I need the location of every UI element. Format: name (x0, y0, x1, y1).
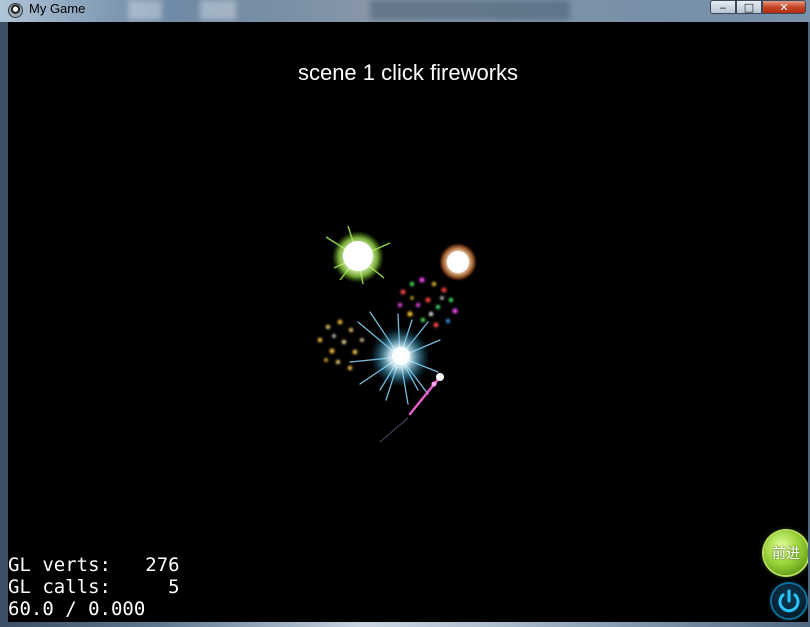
forward-button[interactable]: 前进 (764, 531, 808, 575)
cyan-firework (349, 311, 441, 405)
orange-firework (439, 243, 477, 281)
gl-calls-label: GL calls: (8, 576, 111, 598)
stats-panel: GL verts: 276 GL calls: 5 60.0 / 0.000 (8, 554, 180, 620)
maximize-button[interactable]: □ (736, 0, 762, 14)
gl-verts-value: 276 (145, 554, 180, 576)
minimize-button[interactable]: ‒ (710, 0, 736, 14)
power-icon (778, 589, 800, 613)
close-button[interactable]: ✕ (762, 0, 806, 14)
fps-readout: 60.0 / 0.000 (8, 598, 146, 620)
gold-firework (317, 319, 364, 371)
multicolor-firework (398, 277, 458, 328)
game-canvas[interactable]: scene 1 click fireworks GL verts: 276 GL… (8, 22, 808, 622)
title-bar[interactable]: My Game ‒ □ ✕ (0, 0, 810, 22)
gl-verts-label: GL verts: (8, 554, 111, 576)
gl-calls-value: 5 (168, 576, 180, 598)
window-title: My Game (29, 1, 86, 16)
power-button[interactable] (772, 584, 806, 618)
game-window: My Game ‒ □ ✕ scene 1 click fireworks GL… (0, 0, 810, 627)
background-blur (128, 0, 162, 20)
green-firework (325, 225, 391, 285)
app-icon (8, 3, 23, 18)
window-controls: ‒ □ ✕ (710, 0, 806, 16)
background-blur (370, 0, 570, 20)
fireworks-layer (317, 225, 477, 443)
background-blur (200, 0, 236, 20)
